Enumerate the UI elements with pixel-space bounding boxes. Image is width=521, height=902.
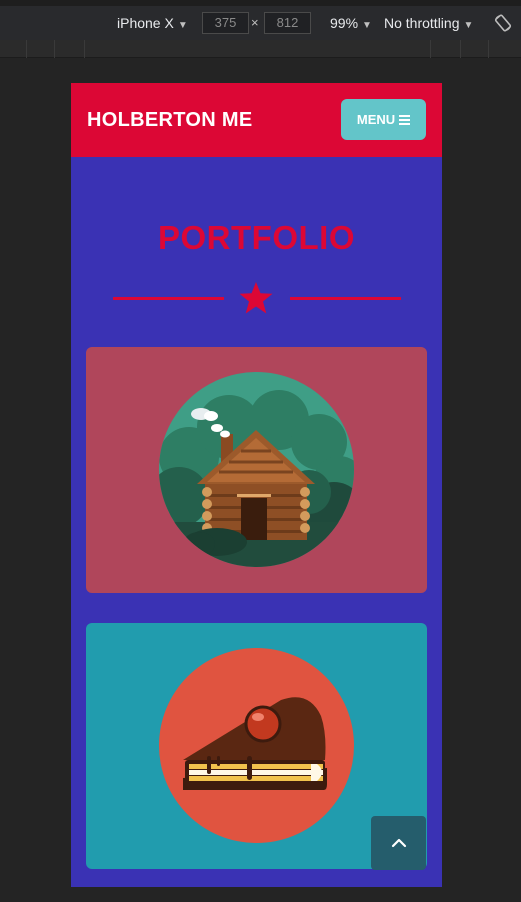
zoom-select-label: 99% (330, 15, 359, 31)
divider-line-right (290, 297, 401, 300)
star-icon (239, 282, 273, 314)
menu-button-label: MENU (356, 112, 396, 127)
brand-logo[interactable]: HOLBERTON ME (87, 109, 252, 132)
throttling-select-label: No throttling (384, 15, 460, 31)
portfolio-item-cabin[interactable] (86, 347, 427, 593)
times-separator: × (251, 15, 259, 30)
menu-button[interactable]: MENU (341, 99, 426, 140)
chevron-up-icon (391, 838, 406, 848)
chevron-down-icon: ▼ (463, 20, 474, 31)
divider-line-left (113, 297, 224, 300)
rotate-icon[interactable] (494, 14, 512, 32)
cake-icon (159, 648, 354, 843)
height-input[interactable]: 812 (264, 12, 311, 34)
site-header: HOLBERTON ME MENU (71, 83, 442, 157)
chevron-down-icon: ▼ (362, 20, 372, 31)
device-select[interactable]: iPhone X ▼ (117, 15, 188, 31)
device-viewport: HOLBERTON ME MENU PORTFOLIO (71, 83, 442, 887)
zoom-select[interactable]: 99% ▼ (330, 15, 372, 31)
device-select-label: iPhone X (117, 15, 174, 31)
cabin-icon (159, 372, 354, 567)
back-to-top-button[interactable] (371, 816, 426, 870)
portfolio-title: PORTFOLIO (158, 219, 355, 256)
devtools-device-toolbar: iPhone X ▼ 375 × 812 99% ▼ No throttling ▼ (0, 0, 521, 40)
media-query-ruler (0, 40, 521, 58)
throttling-select[interactable]: No throttling ▼ (384, 15, 473, 31)
hamburger-icon (399, 114, 411, 125)
width-input[interactable]: 375 (202, 12, 249, 34)
chevron-down-icon: ▼ (177, 20, 188, 31)
